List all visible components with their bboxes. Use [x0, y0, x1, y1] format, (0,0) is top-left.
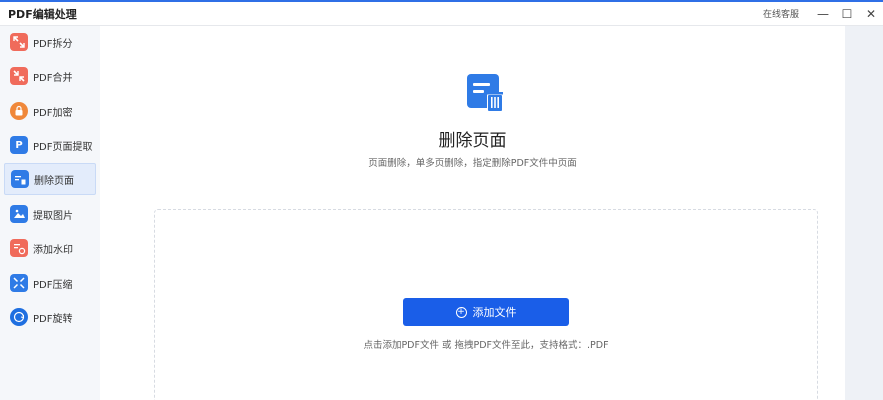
rotate-icon — [10, 308, 28, 326]
page-extract-icon: P — [10, 136, 28, 154]
sidebar-item-label: 删除页面 — [34, 175, 74, 187]
delete-page-hero-icon — [466, 73, 504, 113]
sidebar-item-extract-image[interactable]: 提取图片 — [4, 198, 96, 230]
close-button[interactable]: ✕ — [859, 2, 883, 26]
title-bar: PDF编辑处理 在线客服 — ☐ ✕ — [0, 0, 883, 26]
compress-icon — [10, 274, 28, 292]
sidebar-item-delete-page[interactable]: 删除页面 — [4, 163, 96, 195]
drop-hint: 点击添加PDF文件 或 拖拽PDF文件至此，支持格式：.PDF — [363, 340, 609, 351]
merge-icon — [10, 67, 28, 85]
sidebar-item-label: PDF旋转 — [33, 313, 73, 325]
sidebar-item-label: 添加水印 — [33, 244, 73, 256]
minimize-button[interactable]: — — [811, 2, 835, 26]
file-drop-zone[interactable]: + 添加文件 点击添加PDF文件 或 拖拽PDF文件至此，支持格式：.PDF — [154, 209, 818, 400]
right-margin — [845, 26, 883, 400]
sidebar-item-page-extract[interactable]: P PDF页面提取 — [4, 129, 96, 161]
delete-page-icon — [11, 170, 29, 188]
maximize-button[interactable]: ☐ — [835, 2, 859, 26]
lock-icon — [10, 102, 28, 120]
sidebar-item-pdf-split[interactable]: PDF拆分 — [4, 26, 96, 58]
sidebar-item-label: PDF页面提取 — [33, 141, 93, 153]
split-icon — [10, 33, 28, 51]
main-panel: 删除页面 页面删除，单多页删除，指定删除PDF文件中页面 + 添加文件 点击添加… — [100, 26, 845, 400]
add-file-button[interactable]: + 添加文件 — [403, 298, 569, 326]
sidebar-item-pdf-encrypt[interactable]: PDF加密 — [4, 95, 96, 127]
sidebar-item-label: PDF加密 — [33, 107, 73, 119]
page-subtitle: 页面删除，单多页删除，指定删除PDF文件中页面 — [368, 158, 577, 169]
sidebar-item-label: 提取图片 — [33, 210, 73, 222]
sidebar-item-watermark[interactable]: 添加水印 — [4, 232, 96, 264]
watermark-icon — [10, 239, 28, 257]
extract-image-icon — [10, 205, 28, 223]
sidebar: PDF拆分 PDF合并 PDF加密 P PDF页面提取 删除页面 提取图片 添加… — [0, 26, 100, 400]
add-file-label: 添加文件 — [472, 306, 517, 319]
sidebar-item-pdf-merge[interactable]: PDF合并 — [4, 60, 96, 92]
sidebar-item-label: PDF合并 — [33, 72, 73, 84]
sidebar-item-pdf-rotate[interactable]: PDF旋转 — [4, 301, 96, 333]
plus-circle-icon: + — [455, 306, 467, 318]
sidebar-item-pdf-compress[interactable]: PDF压缩 — [4, 267, 96, 299]
title-bar-controls: 在线客服 — ☐ ✕ — [763, 2, 883, 25]
customer-service-link[interactable]: 在线客服 — [763, 7, 799, 20]
page-title: 删除页面 — [438, 131, 507, 151]
app-title: PDF编辑处理 — [8, 7, 77, 21]
sidebar-item-label: PDF拆分 — [33, 38, 73, 50]
sidebar-item-label: PDF压缩 — [33, 279, 73, 291]
